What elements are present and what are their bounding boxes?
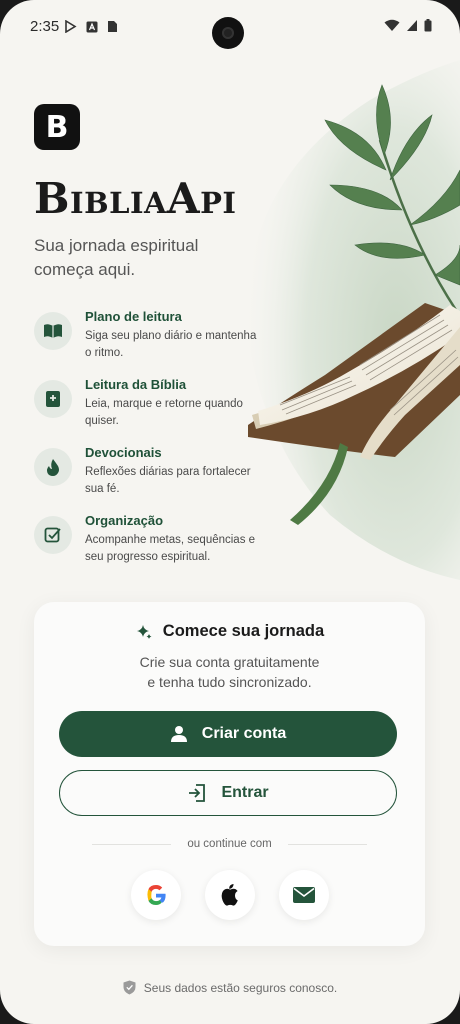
feature-organization: Organização Acompanhe metas, sequências … [34,512,274,580]
battery-icon [424,19,432,32]
feature-reading-plan: Plano de leitura Siga seu plano diário e… [34,308,274,376]
continue-with-divider: ou continue com [92,838,368,850]
sparkle-icon [136,624,152,639]
screen: 2:35 B BibliaApi Sua jornada espiritual … [0,0,460,1024]
login-icon [189,784,206,802]
card-title: Comece sua jornada [162,622,325,640]
social-login-buttons [34,870,425,920]
feature-description: Siga seu plano diário e mantenha o ritmo… [85,330,257,359]
user-icon [170,726,187,742]
sign-in-button[interactable]: Entrar [59,770,397,816]
card-header: Comece sua jornada [34,622,425,641]
feature-icon-wrapper [34,448,72,486]
create-account-button[interactable]: Criar conta [59,711,397,757]
open-book-icon [44,324,62,338]
status-system-icons [384,19,432,32]
status-bar: 2:35 [0,0,460,56]
security-text: Seus dados estão seguros conosco. [143,980,338,995]
google-login-button[interactable] [130,870,181,920]
feature-bible-reading: Leitura da Bíblia Leia, marque e retorne… [34,376,274,444]
card-subtitle-line-2: e tenha tudo sincronizado. [147,674,312,690]
feature-icon-wrapper [34,312,72,350]
card-subtitle-line-1: Crie sua conta gratuitamente [139,654,320,670]
feature-icon-wrapper [34,380,72,418]
security-note: Seus dados estão seguros conosco. [0,980,460,995]
shield-check-icon [123,980,136,995]
app-tagline: Sua jornada espiritual começa aqui. [34,236,199,279]
feature-list: Plano de leitura Siga seu plano diário e… [34,308,274,580]
feature-title: Organização [85,513,164,528]
apple-login-button[interactable] [204,870,255,920]
flame-icon [47,458,59,476]
bible-plus-icon [46,391,60,407]
continue-with-text: ou continue com [187,838,272,850]
front-camera [212,17,244,49]
feature-title: Devocionais [85,445,162,460]
checkbox-icon [44,527,61,543]
feature-title: Plano de leitura [85,309,182,324]
app-logo: B [34,104,80,150]
signal-icon [407,20,417,31]
feature-description: Leia, marque e retorne quando quiser. [85,398,243,427]
status-time: 2:35 [30,18,60,35]
a-badge-icon [86,21,98,32]
card-subtitle: Crie sua conta gratuitamente e tenha tud… [34,652,425,692]
divider-line-left [92,843,172,845]
app-name: BibliaApi [34,174,237,223]
mail-icon [292,887,315,903]
feature-devotionals: Devocionais Reflexões diárias para forta… [34,444,274,512]
apple-icon [221,884,238,906]
sim-card-icon [108,21,117,32]
play-store-icon [65,20,77,33]
google-icon [146,885,166,905]
feature-description: Reflexões diárias para fortalecer sua fé… [85,466,251,495]
status-notification-icons [64,20,118,33]
sign-in-label: Entrar [221,784,269,801]
feature-title: Leitura da Bíblia [85,377,187,392]
feature-icon-wrapper [34,516,72,554]
signup-card: Comece sua jornada Crie sua conta gratui… [34,602,425,946]
wifi-icon [384,19,400,31]
divider-line-right [287,843,368,845]
email-login-button[interactable] [278,870,329,920]
feature-description: Acompanhe metas, sequências e seu progre… [85,534,256,563]
create-account-label: Criar conta [201,725,287,742]
